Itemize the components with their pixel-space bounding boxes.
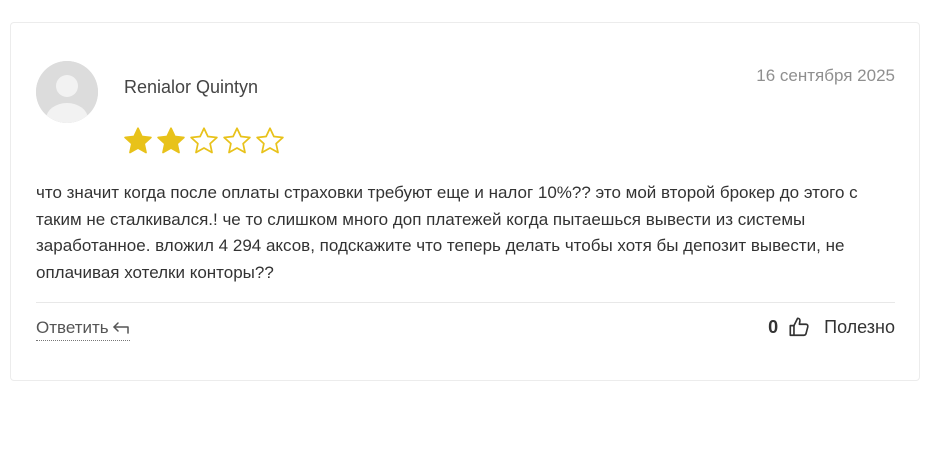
review-author: Renialor Quintyn <box>124 77 259 97</box>
star-rating <box>123 126 285 156</box>
divider <box>36 302 895 303</box>
helpful-label: Полезно <box>824 316 895 337</box>
review-card: Renialor Quintyn 16 сентября 2025 что зн… <box>10 22 920 381</box>
review-text: что значит когда после оплаты страховки … <box>36 183 858 282</box>
review-date: 16 сентября 2025 <box>756 66 895 85</box>
star-empty-icon <box>256 127 284 154</box>
star-empty-icon <box>190 127 218 154</box>
star-empty-icon <box>223 127 251 154</box>
reply-arrow-icon <box>112 322 129 334</box>
helpful-count: 0 <box>768 316 779 337</box>
star-filled-icon <box>157 127 185 154</box>
avatar <box>36 61 98 123</box>
thumbs-up-icon[interactable] <box>788 316 810 338</box>
reply-button[interactable]: Ответить <box>36 318 130 341</box>
star-filled-icon <box>124 127 152 154</box>
reply-label: Ответить <box>36 318 109 337</box>
user-avatar-placeholder-icon <box>36 61 98 123</box>
helpful-section: 0 Полезно <box>768 316 895 338</box>
